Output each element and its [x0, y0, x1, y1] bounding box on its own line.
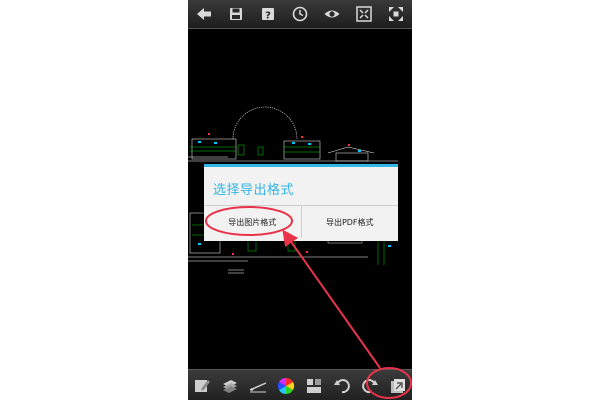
blocks-icon[interactable] — [304, 376, 324, 396]
bottom-toolbar — [188, 369, 412, 400]
svg-text:?: ? — [265, 11, 271, 22]
phone-screen: ? 选择导出格式 导出图片格式 导出PDF格式 — [188, 0, 412, 400]
back-arrow-icon[interactable] — [195, 5, 213, 23]
undo-icon[interactable] — [332, 376, 352, 396]
export-image-button[interactable]: 导出图片格式 — [204, 206, 301, 238]
layers-icon[interactable] — [220, 376, 240, 396]
export-pdf-button[interactable]: 导出PDF格式 — [300, 206, 399, 238]
fit-screen-icon[interactable] — [355, 5, 373, 23]
dialog-title: 选择导出格式 — [213, 183, 295, 198]
eye-icon[interactable] — [323, 5, 341, 23]
top-toolbar: ? — [188, 0, 412, 29]
clock-icon[interactable] — [291, 5, 309, 23]
save-icon[interactable] — [227, 5, 245, 23]
export-icon[interactable] — [388, 376, 408, 396]
color-wheel-icon[interactable] — [276, 376, 296, 396]
dialog-button-bar: 导出图片格式 导出PDF格式 — [204, 206, 398, 238]
measure-icon[interactable] — [248, 376, 268, 396]
fullscreen-icon[interactable] — [387, 5, 405, 23]
export-format-dialog: 选择导出格式 导出图片格式 导出PDF格式 — [204, 164, 398, 241]
redo-icon[interactable] — [360, 376, 380, 396]
edit-icon[interactable] — [192, 376, 212, 396]
help-icon[interactable]: ? — [259, 5, 277, 23]
